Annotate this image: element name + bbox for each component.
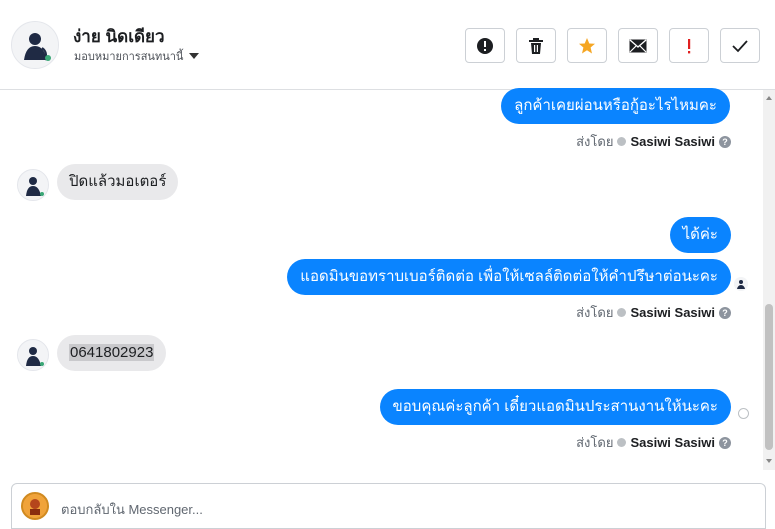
- message-text[interactable]: 0641802923: [69, 344, 155, 361]
- exclamation-circle-icon: [477, 37, 493, 54]
- message-text: ปิดแล้วมอเตอร์: [69, 173, 167, 190]
- envelope-icon: [629, 38, 647, 52]
- assign-conversation-label: มอบหมายการสนทนานี้: [74, 51, 184, 63]
- scrollbar-thumb[interactable]: [765, 304, 773, 450]
- agent-name[interactable]: Sasiwi Sasiwi: [630, 134, 715, 149]
- delete-button[interactable]: [516, 28, 556, 63]
- messages-scrollbar[interactable]: [763, 90, 775, 470]
- message-text: แอดมินขอทราบเบอร์ติดต่อ เพื่อให้เซลล์ติด…: [300, 268, 718, 285]
- sent-by-label: ส่งโดย: [576, 134, 614, 149]
- message-text: ลูกค้าเคยผ่อนหรือกู้อะไรไหมคะ: [514, 97, 717, 114]
- incoming-message[interactable]: ปิดแล้วมอเตอร์: [57, 164, 179, 200]
- message-text: ได้ค่ะ: [682, 226, 718, 243]
- assign-conversation-dropdown[interactable]: มอบหมายการสนทนานี้: [74, 47, 200, 65]
- messenger-icon: [617, 438, 627, 447]
- messenger-icon: [617, 137, 627, 146]
- page-avatar: [21, 492, 49, 520]
- star-button[interactable]: [567, 28, 607, 63]
- checkmark-icon: [732, 39, 748, 52]
- reply-composer[interactable]: ตอบกลับใน Messenger...: [11, 483, 766, 529]
- caret-down-icon: [189, 53, 200, 59]
- help-icon[interactable]: ?: [719, 436, 731, 449]
- sent-by-line: ส่งโดย Sasiwi Sasiwi ?: [576, 131, 731, 152]
- follow-up-button[interactable]: [669, 28, 709, 63]
- trash-icon: [529, 37, 543, 54]
- seen-avatar: [734, 277, 748, 291]
- mark-unread-button[interactable]: [618, 28, 658, 63]
- sent-by-line: ส่งโดย Sasiwi Sasiwi ?: [576, 302, 731, 323]
- messenger-icon: [617, 308, 627, 317]
- outgoing-message[interactable]: ขอบคุณค่ะลูกค้า เดี๋ยวแอดมินประสานงานให้…: [379, 389, 731, 425]
- contact-avatar-small: [17, 169, 49, 201]
- conversation-actions: [465, 28, 760, 63]
- help-icon[interactable]: ?: [719, 306, 731, 319]
- outgoing-message[interactable]: แอดมินขอทราบเบอร์ติดต่อ เพื่อให้เซลล์ติด…: [287, 259, 731, 295]
- outgoing-message[interactable]: ได้ค่ะ: [669, 217, 731, 253]
- star-icon: [579, 37, 595, 53]
- contact-avatar[interactable]: [11, 21, 59, 69]
- conversation-header: ง่าย นิดเดียว มอบหมายการสนทนานี้: [0, 0, 775, 90]
- scroll-down-arrow-icon[interactable]: [766, 459, 772, 463]
- incoming-message[interactable]: 0641802923: [57, 335, 167, 371]
- sent-by-label: ส่งโดย: [576, 435, 614, 450]
- scroll-up-arrow-icon[interactable]: [766, 96, 772, 100]
- agent-name[interactable]: Sasiwi Sasiwi: [630, 435, 715, 450]
- mark-done-button[interactable]: [720, 28, 760, 63]
- reply-input-placeholder[interactable]: ตอบกลับใน Messenger...: [61, 499, 203, 520]
- spam-button[interactable]: [465, 28, 505, 63]
- exclamation-icon: [688, 38, 691, 53]
- agent-name[interactable]: Sasiwi Sasiwi: [630, 305, 715, 320]
- sent-by-label: ส่งโดย: [576, 305, 614, 320]
- help-icon[interactable]: ?: [719, 135, 731, 148]
- message-text: ขอบคุณค่ะลูกค้า เดี๋ยวแอดมินประสานงานให้…: [392, 398, 718, 415]
- contact-name: ง่าย นิดเดียว: [73, 27, 165, 46]
- contact-avatar-small: [17, 339, 49, 371]
- outgoing-message[interactable]: ลูกค้าเคยผ่อนหรือกู้อะไรไหมคะ: [501, 88, 730, 124]
- delivered-check-icon: [738, 408, 749, 419]
- sent-by-line: ส่งโดย Sasiwi Sasiwi ?: [576, 432, 731, 453]
